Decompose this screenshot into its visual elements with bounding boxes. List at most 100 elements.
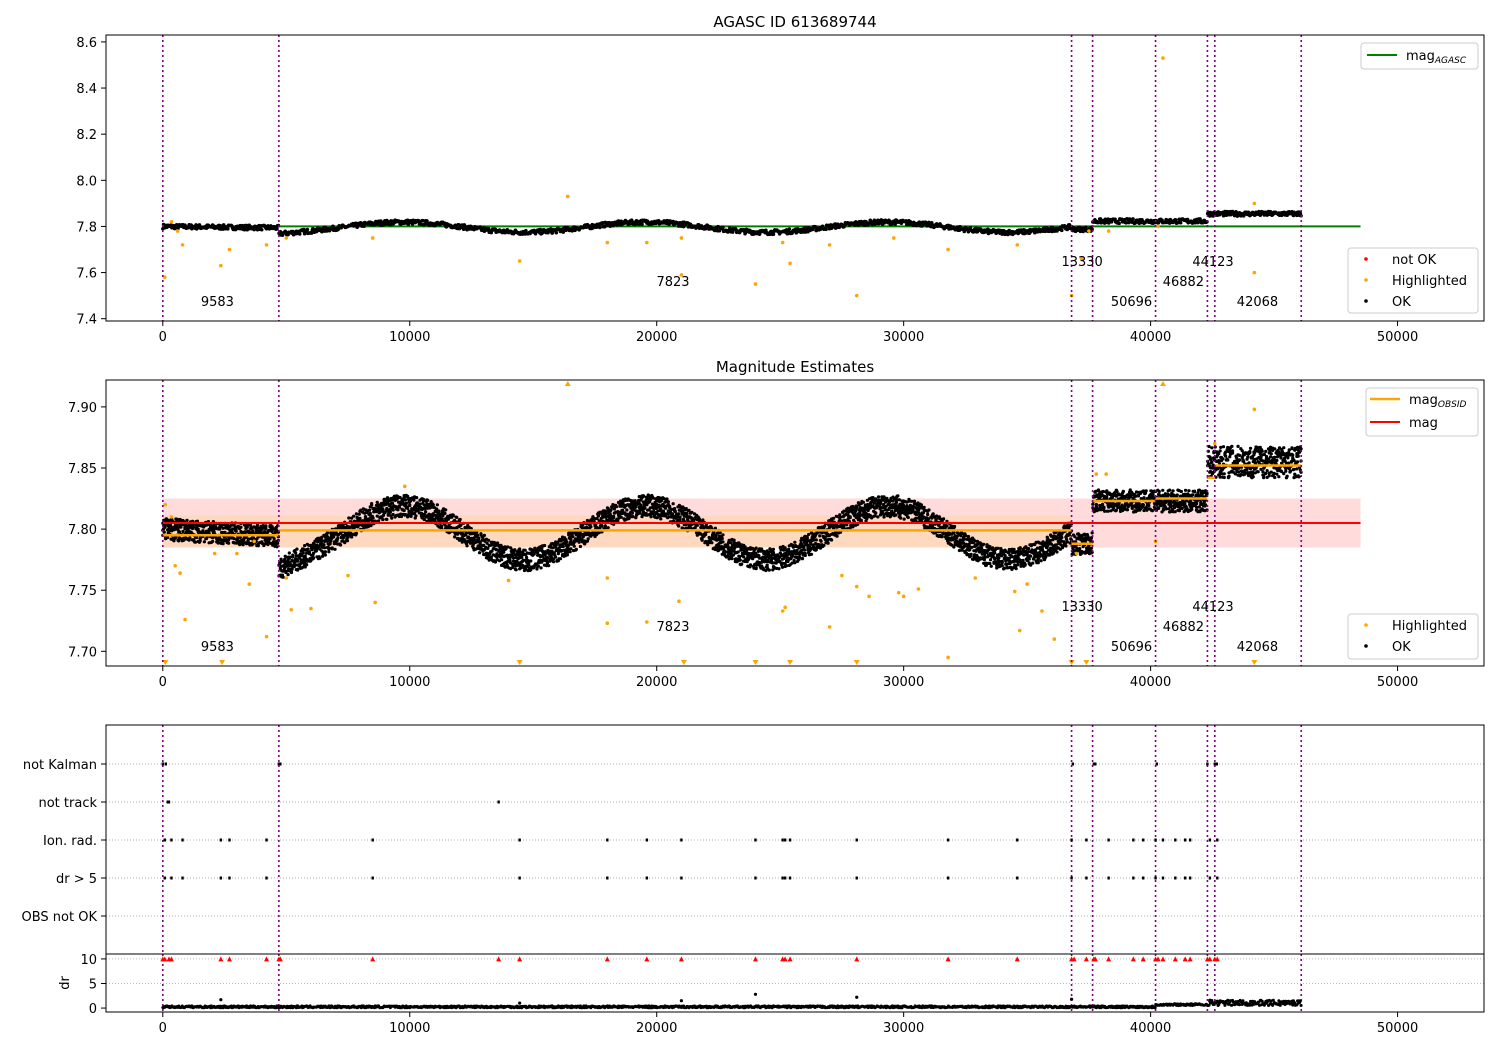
highlighted-point bbox=[901, 594, 906, 599]
legend-swatch-highlighted-2 bbox=[1364, 623, 1368, 627]
flag-point bbox=[855, 876, 858, 880]
flag-point bbox=[1071, 762, 1075, 766]
y-tick-label: 7.8 bbox=[76, 220, 97, 235]
highlighted-point bbox=[780, 240, 785, 245]
highlighted-point bbox=[309, 606, 313, 611]
x-tick-label: 10000 bbox=[389, 330, 430, 345]
x-tick-label: 0 bbox=[159, 1021, 167, 1036]
highlighted-point bbox=[677, 599, 681, 604]
flag-point bbox=[1161, 838, 1165, 842]
highlighted-point bbox=[679, 236, 684, 240]
legend-label-not-ok: not OK bbox=[1392, 253, 1437, 268]
dr-capped-marker bbox=[1160, 956, 1166, 962]
highlighted-point bbox=[1040, 609, 1044, 613]
highlighted-point bbox=[854, 584, 859, 589]
highlighted-point bbox=[506, 578, 511, 583]
x-tick-label: 10000 bbox=[389, 1021, 430, 1036]
x-tick-label: 50000 bbox=[1377, 675, 1418, 690]
obsid-label: 42068 bbox=[1237, 640, 1278, 655]
agasc-point-legend: not OK Highlighted OK bbox=[1347, 247, 1479, 314]
magnitude-line-legend: magOBSID mag bbox=[1365, 387, 1479, 437]
flag-point bbox=[606, 838, 609, 842]
obsid-label: 50696 bbox=[1111, 295, 1152, 310]
highlighted-point bbox=[973, 576, 978, 580]
flag-row-label: Ion. rad. bbox=[43, 834, 97, 849]
offscale-high-marker bbox=[564, 381, 571, 386]
highlighted-point bbox=[212, 551, 217, 556]
highlighted-point bbox=[946, 247, 950, 252]
flags-panel: not Kalman not track Ion. rad. dr > 5 OBS no… bbox=[22, 724, 1485, 955]
offscale-low-marker bbox=[752, 660, 759, 665]
x-tick-label: 40000 bbox=[1130, 1021, 1171, 1036]
dr-capped-marker bbox=[1106, 956, 1112, 962]
flag-point bbox=[1188, 876, 1192, 880]
x-tick-label: 40000 bbox=[1130, 675, 1171, 690]
flag-point bbox=[1107, 838, 1110, 842]
dr-capped-marker bbox=[854, 956, 860, 962]
flag-row-label: dr > 5 bbox=[56, 872, 97, 887]
flag-point bbox=[754, 838, 757, 842]
magnitude-estimates-panel: Magnitude Estimates 9583 7823 13330 50696 46… bbox=[68, 358, 1485, 690]
highlighted-point bbox=[289, 607, 294, 612]
flag-point bbox=[1016, 876, 1019, 880]
highlighted-point bbox=[867, 594, 871, 599]
flag-point bbox=[219, 876, 223, 880]
highlighted-point bbox=[605, 240, 610, 245]
highlighted-point bbox=[1252, 201, 1257, 206]
legend-label-highlighted: Highlighted bbox=[1392, 274, 1467, 289]
dr-points bbox=[161, 998, 1303, 1010]
offscale-low-marker bbox=[1083, 660, 1090, 665]
highlighted-point bbox=[1025, 582, 1029, 586]
offscale-high-marker bbox=[1159, 381, 1166, 386]
dr-capped-marker bbox=[218, 956, 224, 962]
dr-capped-marker bbox=[644, 956, 650, 962]
flag-point bbox=[1094, 762, 1097, 766]
highlighted-point bbox=[1156, 224, 1160, 229]
y-tick-label: 10 bbox=[80, 953, 97, 968]
x-tick-label: 40000 bbox=[1130, 330, 1171, 345]
y-tick-label: 7.80 bbox=[68, 523, 97, 538]
flag-point bbox=[1154, 876, 1157, 880]
highlighted-point bbox=[780, 609, 785, 613]
dr-outlier-point bbox=[855, 995, 859, 999]
highlighted-point bbox=[896, 590, 901, 595]
highlighted-point bbox=[370, 236, 375, 240]
highlighted-point bbox=[645, 240, 649, 245]
highlighted-point bbox=[346, 573, 350, 578]
highlighted-point bbox=[178, 571, 182, 575]
y-tick-label: 7.4 bbox=[76, 313, 97, 328]
highlighted-point bbox=[1015, 243, 1020, 247]
flag-point bbox=[164, 762, 167, 766]
agasc-panel-title: AGASC ID 613689744 bbox=[713, 13, 876, 31]
flag-point bbox=[788, 838, 792, 842]
magnitude-point-legend: Highlighted OK bbox=[1347, 613, 1479, 660]
flag-point bbox=[781, 838, 784, 842]
offscale-low-marker bbox=[516, 660, 523, 665]
ok-points bbox=[161, 209, 1303, 237]
x-tick-label: 0 bbox=[159, 330, 167, 345]
dr-capped-marker bbox=[787, 956, 793, 962]
flag-point bbox=[1107, 876, 1110, 880]
dr-capped-marker bbox=[1187, 956, 1193, 962]
y-tick-label: 5 bbox=[89, 977, 97, 992]
obsid-label: 7823 bbox=[656, 275, 689, 290]
obsid-label: 13330 bbox=[1061, 600, 1102, 615]
obsid-label: 44123 bbox=[1192, 600, 1233, 615]
highlighted-point bbox=[235, 551, 239, 556]
highlighted-point bbox=[1106, 229, 1111, 233]
y-tick-label: 8.4 bbox=[76, 82, 97, 97]
highlighted-point bbox=[403, 484, 407, 489]
offscale-low-marker bbox=[219, 660, 226, 665]
obsid-label: 9583 bbox=[201, 640, 234, 655]
flag-point bbox=[181, 876, 184, 880]
x-tick-label: 50000 bbox=[1377, 1021, 1418, 1036]
flag-point bbox=[1183, 838, 1187, 842]
flag-point bbox=[1070, 876, 1073, 880]
dr-outlier-point bbox=[219, 998, 223, 1002]
obsid-label: 50696 bbox=[1111, 640, 1152, 655]
legend-label-highlighted-2: Highlighted bbox=[1392, 619, 1467, 634]
flag-point bbox=[1183, 876, 1187, 880]
flag-point bbox=[228, 838, 231, 842]
highlighted-point bbox=[645, 620, 649, 624]
highlighted-point bbox=[284, 576, 289, 580]
